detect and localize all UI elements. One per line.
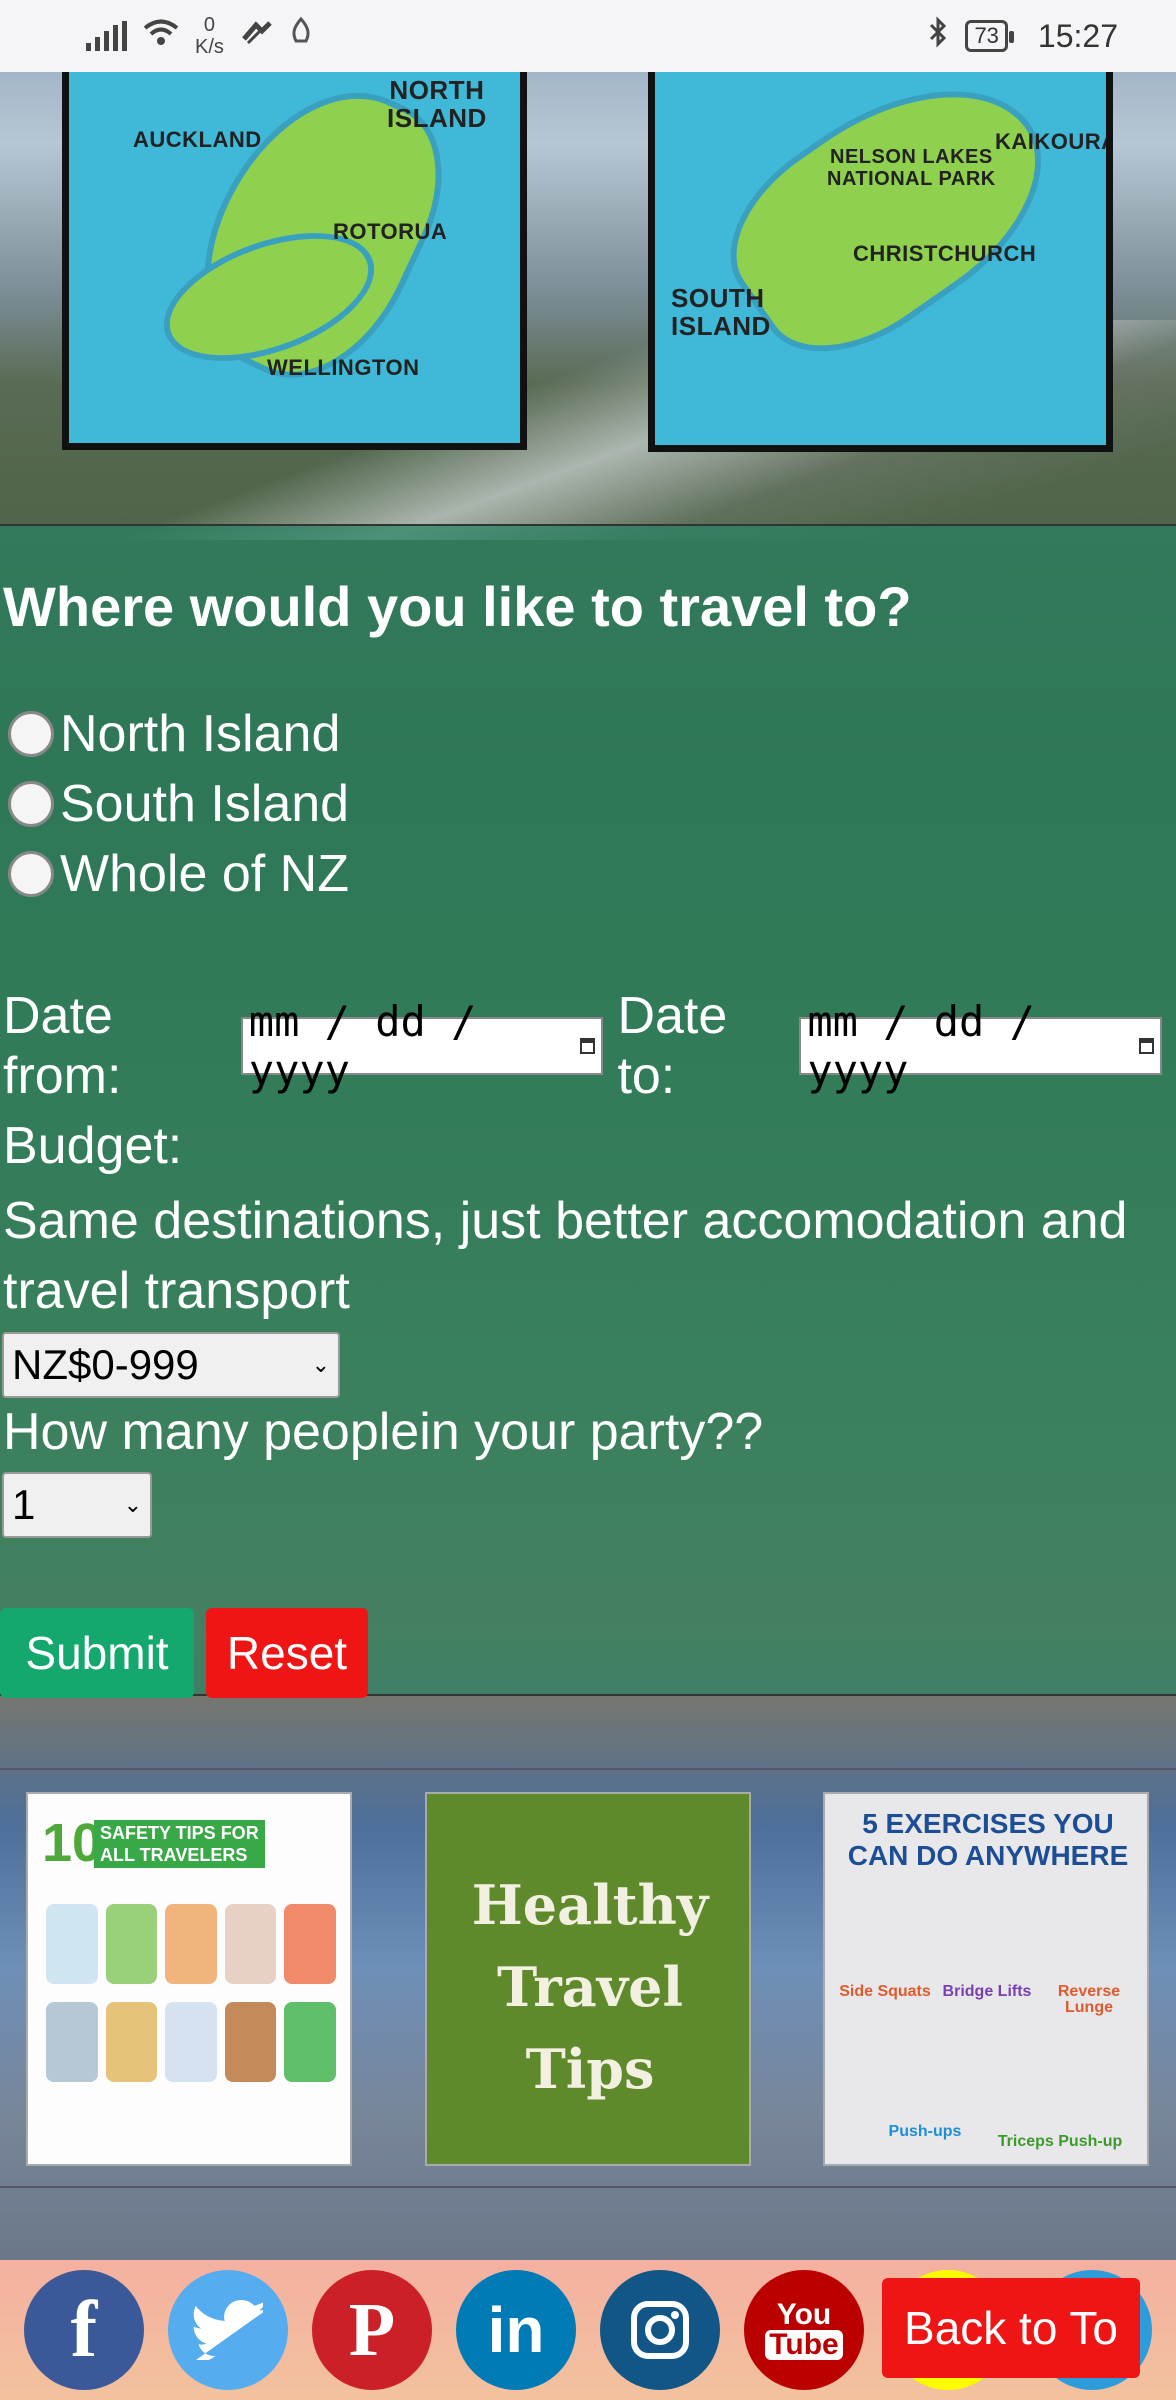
south-island-title: SOUTH ISLAND [671,283,771,341]
date-to-input[interactable]: mm / dd / yyyy [799,997,1162,1095]
net-speed-unit: K/s [195,36,224,58]
chevron-down-icon: ⌄ [123,1492,142,1517]
signal-icon [86,21,127,51]
tip-heading: SAFETY TIPS FOR ALL TRAVELERS [94,1820,265,1868]
radio-north-island[interactable]: North Island [8,704,340,764]
battery-icon: 73 [965,20,1015,52]
radio-button[interactable] [8,781,54,827]
budget-note: Same destinations, just better accomodat… [3,1192,1128,1320]
radio-label: South Island [60,775,350,833]
south-island-shape [697,72,1083,389]
north-island-title: NORTH ISLAND [387,75,487,133]
submit-button[interactable]: Submit [0,1608,194,1698]
net-speed-value: 0 [203,14,216,36]
tip-card-safety[interactable]: 10 SAFETY TIPS FOR ALL TRAVELERS [26,1792,352,2166]
back-to-top-button[interactable]: Back to To [882,2278,1140,2378]
party-size-select[interactable]: 1 ⌄ [2,1472,152,1538]
budget-label: Budget: [3,1117,183,1175]
map-place-nelson: NELSON LAKES NATIONAL PARK [827,146,996,190]
youtube-icon[interactable]: You Tube [744,2270,864,2390]
tip-title: Healthy Travel Tips [471,1873,709,2101]
calendar-icon[interactable] [1138,1038,1154,1054]
exercise-caption: Triceps Push-up [997,2133,1123,2150]
map-place-rotorua: ROTORUA [333,219,448,244]
radio-south-island[interactable]: South Island [8,774,349,834]
map-place-wellington: WELLINGTON [267,355,420,380]
date-row: Date from: mm / dd / yyyy Date to: mm / … [3,986,1176,1106]
exercise-caption: Reverse Lunge [1057,1983,1121,2016]
status-bar-right: 73 15:27 [927,16,1118,56]
pinterest-icon[interactable]: P [312,2270,432,2390]
tip-illustrations [46,1904,336,2082]
reset-button[interactable]: Reset [206,1608,368,1698]
exercise-caption: Push-ups [888,2123,962,2140]
south-island-map: SOUTH ISLAND NELSON LAKES NATIONAL PARK KA… [648,72,1113,452]
radio-whole-nz[interactable]: Whole of NZ [8,844,349,904]
twitter-icon[interactable] [168,2270,288,2390]
exercise-caption: Bridge Lifts [942,1983,1032,2000]
date-to-label: Date to: [617,987,728,1105]
radio-label: North Island [60,705,341,763]
party-size-label: How many peoplein your party?? [3,1403,764,1461]
bluetooth-icon [927,16,949,56]
map-place-christchurch: CHRISTCHURCH [853,241,1037,266]
exercise-caption: Side Squats [839,1983,931,2000]
net-speed: 0 K/s [195,14,224,58]
north-island-map: NORTH ISLAND AUCKLAND ROTORUA WELLINGTON [62,72,527,450]
travel-tips-gallery: 10 SAFETY TIPS FOR ALL TRAVELERS Healthy T… [0,1768,1176,2188]
date-from-input[interactable]: mm / dd / yyyy [240,997,604,1095]
budget-select[interactable]: NZ$0-999 ⌄ [2,1332,340,1398]
travel-form: Where would you like to travel to? North… [0,524,1176,1698]
status-bar-left: 0 K/s [86,14,312,58]
tip-card-healthy[interactable]: Healthy Travel Tips [425,1792,751,2166]
radio-button[interactable] [8,851,54,897]
island-maps: NORTH ISLAND AUCKLAND ROTORUA WELLINGTON … [0,72,1176,524]
wifi-icon [143,18,179,55]
app-notification-icon [290,16,312,55]
destination-question: Where would you like to travel to? [3,575,912,638]
chevron-down-icon: ⌄ [311,1352,330,1377]
tip-card-exercises[interactable]: 5 EXERCISES YOU CAN DO ANYWHERE Side Squa… [823,1792,1149,2166]
instagram-icon[interactable] [600,2270,720,2390]
calendar-icon[interactable] [580,1038,596,1054]
map-place-auckland: AUCKLAND [133,127,262,152]
map-place-kaikoura: KAIKOURA [995,129,1113,154]
link-icon [240,18,274,55]
date-from-label: Date from: [3,987,122,1105]
clock: 15:27 [1037,17,1118,54]
tip-title: 5 EXERCISES YOU CAN DO ANYWHERE [847,1808,1129,1871]
facebook-icon[interactable]: f [24,2270,144,2390]
radio-button[interactable] [8,711,54,757]
status-bar: 0 K/s 73 15:27 [0,0,1176,72]
linkedin-icon[interactable]: in [456,2270,576,2390]
radio-label: Whole of NZ [60,845,349,903]
